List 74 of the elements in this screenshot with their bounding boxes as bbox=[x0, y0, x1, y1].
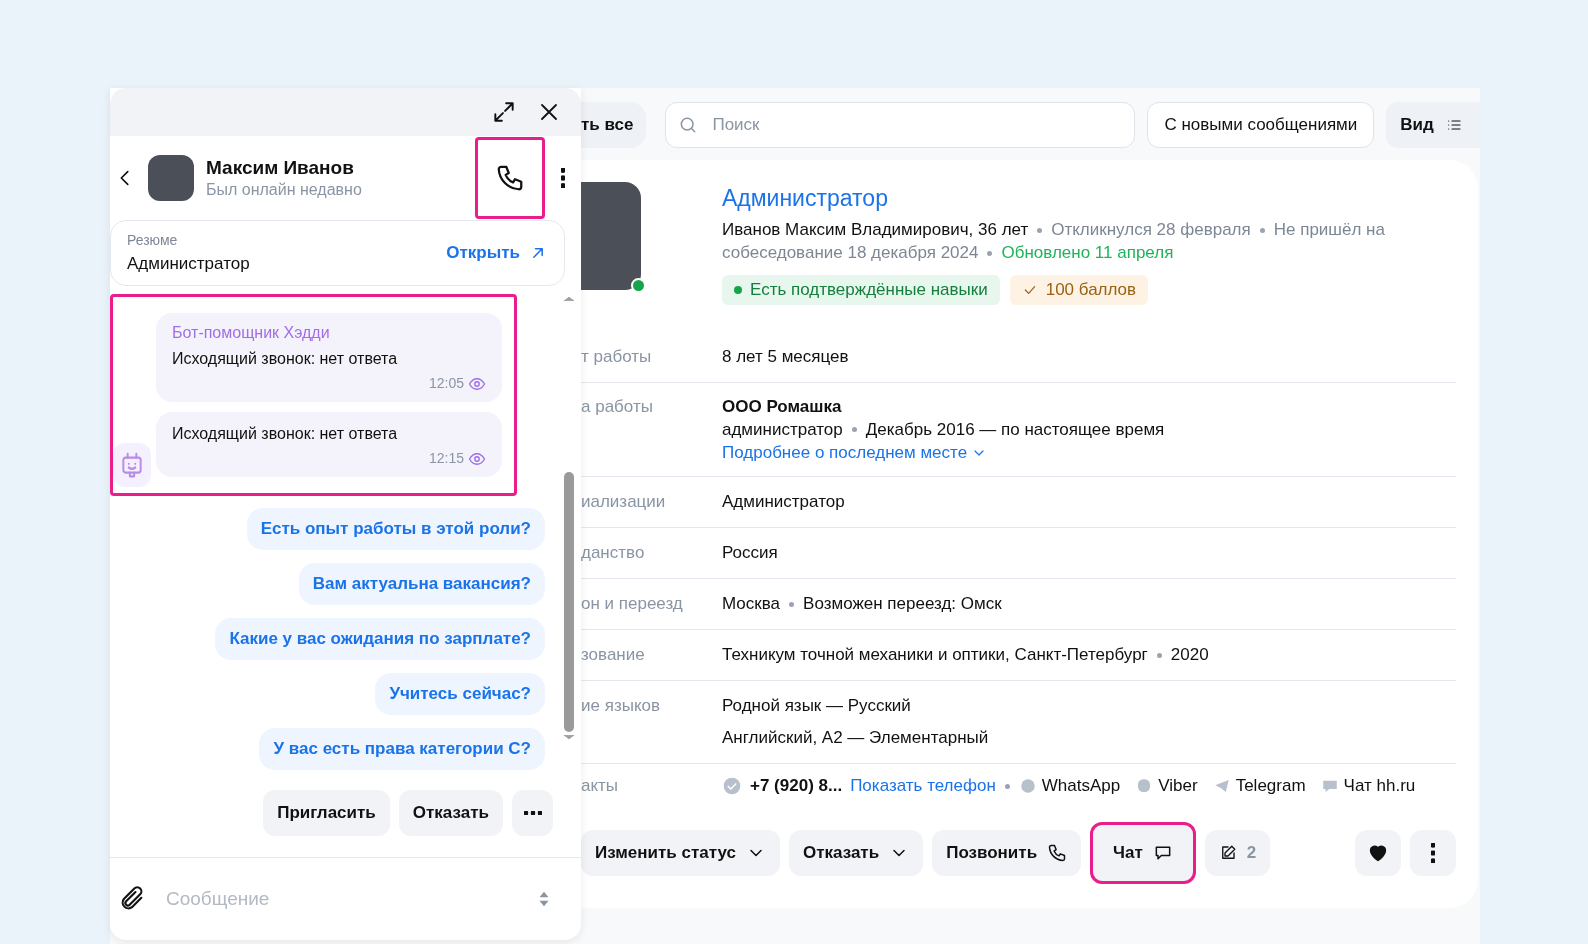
call-button[interactable] bbox=[475, 137, 545, 219]
field-label: акты bbox=[581, 775, 620, 797]
message-time: 12:05 bbox=[428, 374, 464, 393]
ellipsis-icon bbox=[523, 811, 542, 815]
message-input[interactable]: Сообщение bbox=[166, 884, 523, 914]
view-button[interactable]: Вид bbox=[1386, 102, 1480, 148]
dropdown-button[interactable]: Изменить статус bbox=[581, 830, 780, 876]
field-value: Россия bbox=[722, 542, 778, 564]
favorite-button[interactable] bbox=[1355, 830, 1401, 876]
field-value: Английский, A2 — Элементарный bbox=[722, 727, 989, 749]
more-icon bbox=[1431, 843, 1435, 863]
quick-reply-button[interactable]: Вам актуальна вакансия? bbox=[298, 563, 545, 605]
dropdown-button[interactable]: Отказать bbox=[788, 830, 924, 876]
scrollbar-thumb[interactable] bbox=[564, 472, 574, 732]
verified-icon bbox=[722, 776, 742, 796]
field-label: ие языков bbox=[581, 695, 661, 717]
candidate-meta: Иванов Максим Владимирович, 36 лет Откликнулся 28 февраля Не пришёл на собеседование 18 декабря 2024 Обновлено 11 апреля bbox=[722, 219, 1386, 264]
select-all-button[interactable]: ть все bbox=[581, 102, 647, 148]
quick-reply-button[interactable]: Учитесь сейчас? bbox=[375, 673, 545, 715]
field-value: Возможен переезд: Омск bbox=[803, 593, 1002, 615]
company-name: ООО Ромашка bbox=[722, 396, 843, 418]
list-icon bbox=[1445, 117, 1462, 133]
phone-icon bbox=[495, 163, 525, 193]
job-position: администратор bbox=[722, 419, 843, 441]
more-actions-button[interactable] bbox=[512, 790, 553, 836]
expand-icon[interactable] bbox=[491, 99, 517, 125]
search-field[interactable]: Поиск bbox=[665, 102, 1136, 148]
field-value: Техникум точной механики и оптики, Санкт-Петербург bbox=[722, 644, 1148, 666]
field-label: а работы bbox=[581, 396, 654, 418]
chat-action-button[interactable]: Отказать bbox=[398, 790, 503, 836]
chat-button[interactable]: Чат bbox=[1090, 822, 1196, 884]
resume-title: Администратор bbox=[127, 252, 250, 275]
field-label: иализации bbox=[581, 491, 667, 513]
more-icon[interactable] bbox=[561, 168, 565, 188]
messenger-link[interactable]: WhatsApp bbox=[1018, 774, 1121, 798]
field-value: Родной язык — Русский bbox=[722, 695, 912, 717]
sender-name: Бот-помощник Хэдди bbox=[172, 323, 331, 343]
robot-icon bbox=[119, 450, 145, 480]
phone-icon bbox=[1047, 843, 1068, 863]
contact-name: Максим Иванов bbox=[206, 156, 355, 180]
field-value: 8 лет 5 месяцев bbox=[722, 346, 849, 368]
field-label: т работы bbox=[581, 346, 653, 368]
message-text: Исходящий звонок: нет ответа bbox=[172, 424, 399, 444]
field-value: Администратор bbox=[722, 491, 845, 513]
message-time: 12:15 bbox=[428, 449, 464, 468]
show-phone-link[interactable]: Показать телефон bbox=[850, 774, 996, 798]
quick-reply-button[interactable]: Есть опыт работы в этой роли? bbox=[246, 508, 545, 550]
quick-reply-button[interactable]: Какие у вас ожидания по зарплате? bbox=[215, 618, 545, 660]
messenger-link[interactable]: Viber bbox=[1135, 774, 1198, 798]
skills-tag: Есть подтверждённые навыки bbox=[722, 275, 1000, 305]
filter-button[interactable]: С новыми сообщениями bbox=[1147, 102, 1375, 148]
call-button[interactable]: Позвонить bbox=[932, 830, 1082, 876]
resume-label: Резюме bbox=[127, 230, 179, 250]
field-value: Москва bbox=[722, 593, 781, 615]
avatar-photo-placeholder bbox=[148, 155, 194, 201]
scroll-up-icon[interactable] bbox=[562, 294, 576, 304]
field-label: зование bbox=[581, 644, 646, 666]
message-text: Исходящий звонок: нет ответа bbox=[172, 349, 399, 369]
open-resume-link[interactable]: Открыть bbox=[446, 240, 548, 266]
phone-number: +7 (920) 8... bbox=[750, 775, 843, 797]
field-label: он и переезд bbox=[581, 593, 684, 615]
more-button[interactable] bbox=[1410, 830, 1456, 876]
messenger-link[interactable]: Чат hh.ru bbox=[1320, 774, 1416, 798]
last-job-link[interactable]: Подробнее о последнем месте bbox=[722, 441, 988, 464]
quick-reply-button[interactable]: У вас есть права категории С? bbox=[259, 728, 545, 770]
messenger-link[interactable]: Telegram bbox=[1212, 774, 1306, 798]
job-period: Декабрь 2016 — по настоящее время bbox=[865, 419, 1165, 441]
vacancy-title[interactable]: Администратор bbox=[722, 182, 1412, 214]
chat-action-button[interactable]: Пригласить bbox=[263, 790, 390, 836]
scroll-down-icon[interactable] bbox=[562, 732, 576, 742]
contact-status: Был онлайн недавно bbox=[206, 180, 363, 200]
field-value: 2020 bbox=[1170, 644, 1209, 666]
field-label: данство bbox=[581, 542, 646, 564]
score-tag: 100 баллов bbox=[1009, 275, 1149, 305]
